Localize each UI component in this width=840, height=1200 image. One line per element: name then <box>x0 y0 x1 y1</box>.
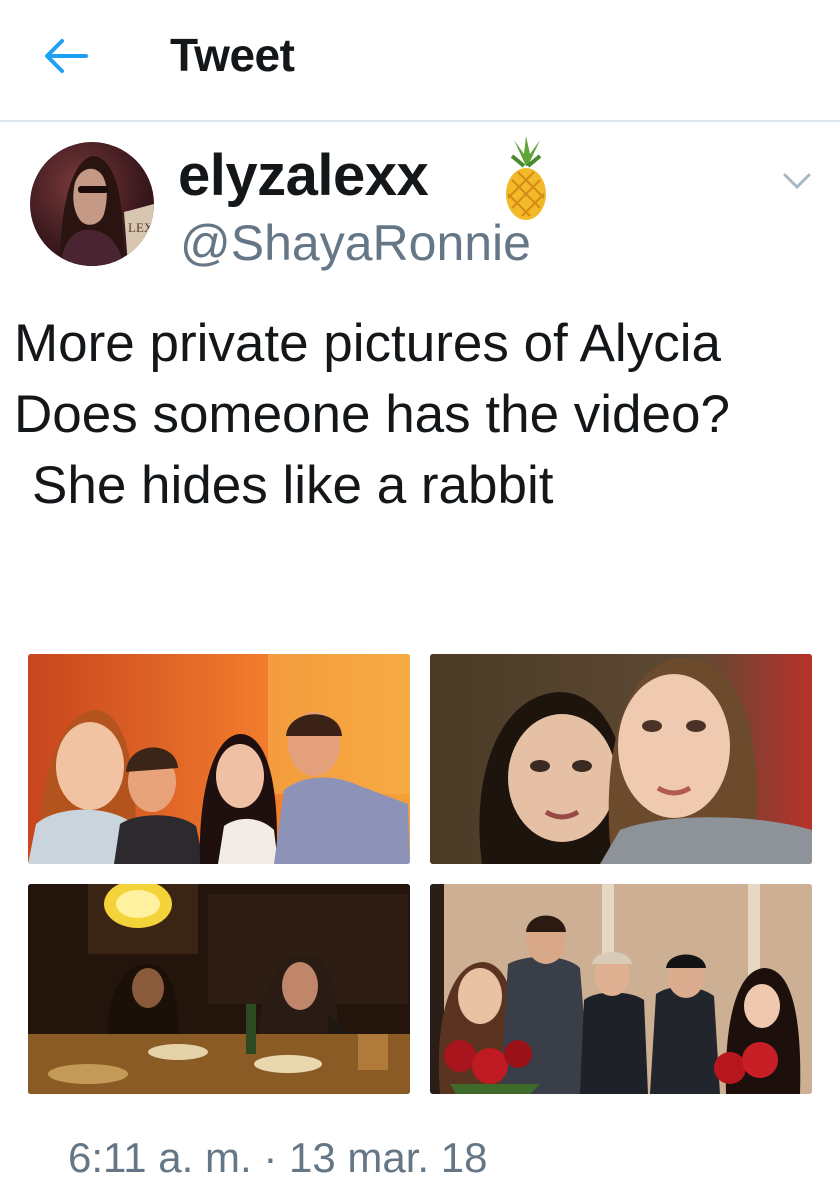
user-handle[interactable]: @ShayaRonnie <box>180 214 531 272</box>
display-name[interactable]: elyzalexx <box>178 142 429 209</box>
pineapple-icon <box>506 136 546 220</box>
photo-group-warm <box>28 654 410 864</box>
avatar-illustration: LEXA DESER <box>60 156 154 266</box>
media-photo-1[interactable] <box>28 654 410 864</box>
tweet-line: Does someone has the video? <box>14 385 730 444</box>
media-photo-3[interactable] <box>28 884 410 1094</box>
avatar[interactable]: LEXA DESER <box>30 142 154 266</box>
arrow-left-icon[interactable] <box>42 36 88 76</box>
avatar-caption: LEXA DESER <box>128 220 154 235</box>
photo-dinner <box>28 884 410 1094</box>
page-title: Tweet <box>170 29 295 81</box>
tweet-text: More private pictures of Alycia Does som… <box>14 308 840 521</box>
photo-selfie-dark <box>430 654 812 864</box>
chevron-down-icon[interactable] <box>782 170 812 192</box>
tweet-line: She hides like a rabbit <box>32 456 554 515</box>
top-bar: Tweet <box>0 0 840 122</box>
media-photo-2[interactable] <box>430 654 812 864</box>
tweet-timestamp[interactable]: 6:11 a. m. · 13 mar. 18 <box>68 1134 487 1182</box>
photo-group-roses <box>430 884 812 1094</box>
tweet-line: More private pictures of Alycia <box>14 314 721 373</box>
media-photo-4[interactable] <box>430 884 812 1094</box>
